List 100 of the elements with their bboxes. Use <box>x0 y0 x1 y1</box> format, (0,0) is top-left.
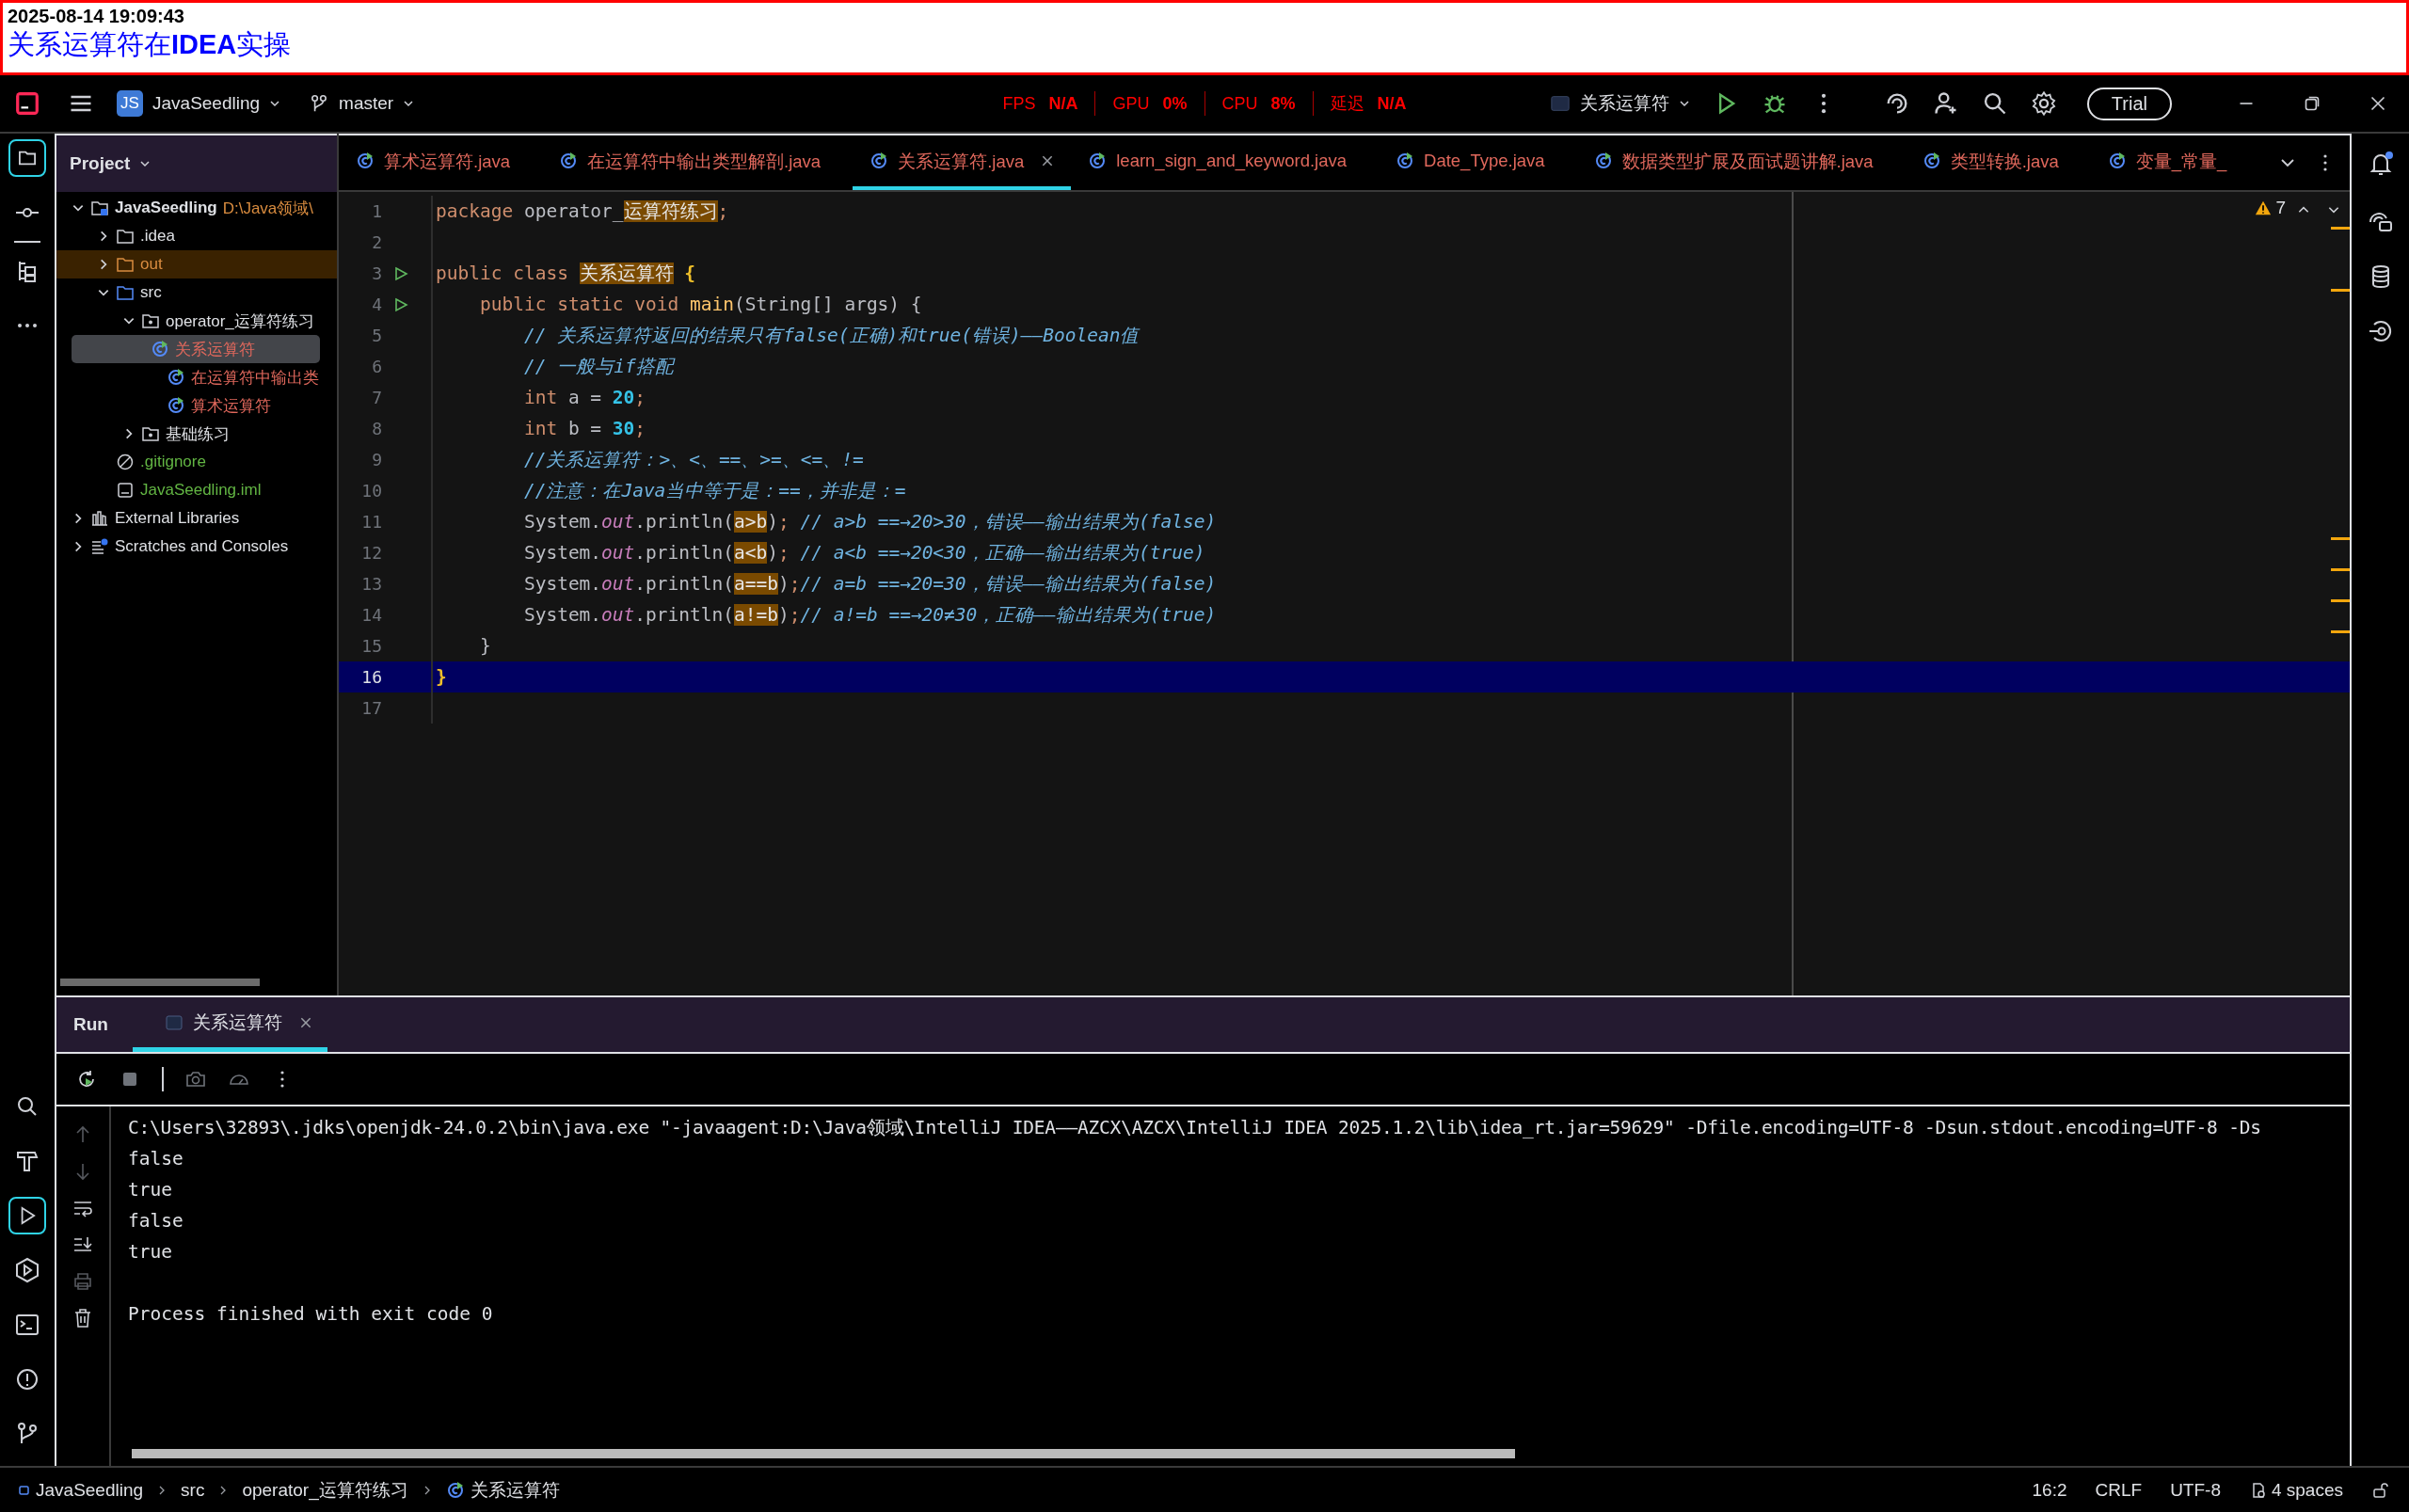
warning-count[interactable]: 7 <box>2255 198 2286 218</box>
timestamp: 2025-08-14 19:09:43 <box>8 5 184 27</box>
line-number: 5 <box>371 326 382 345</box>
code-line: int a = 20; <box>522 387 646 408</box>
line-number: 3 <box>371 263 382 283</box>
metric-value: N/A <box>1377 93 1407 114</box>
print-icon[interactable] <box>72 1270 94 1293</box>
code-line: } <box>478 635 491 657</box>
module-icon <box>19 1484 30 1496</box>
class-icon <box>2107 151 2127 170</box>
trial-button[interactable]: Trial <box>2086 87 2172 120</box>
breadcrumb[interactable]: src <box>181 1479 205 1501</box>
run-icon[interactable] <box>8 1197 46 1234</box>
module-path: D:\Java领域\ <box>222 198 314 219</box>
run-gutter-icon[interactable] <box>393 265 408 281</box>
line-number: 8 <box>371 419 382 438</box>
run-tab[interactable]: 关系运算符 <box>132 997 327 1052</box>
editor-tab[interactable]: learn_sign_and_keyword.java <box>1071 135 1379 190</box>
editor-tab[interactable]: 数据类型扩展及面试题讲解.java <box>1576 135 1906 190</box>
line-number: 16 <box>360 667 382 687</box>
editor-tab[interactable]: 关系运算符.java <box>853 135 1072 190</box>
branch-dropdown[interactable]: master <box>303 89 421 118</box>
tree-item[interactable]: 基础练习 <box>56 420 337 448</box>
metric-label: 延迟 <box>1330 93 1364 115</box>
run-gutter-icon[interactable] <box>393 296 408 312</box>
editor-tab[interactable]: 变量_常量_ <box>2090 135 2259 190</box>
line-number: 7 <box>371 388 382 407</box>
tree-item[interactable]: .idea <box>56 222 337 250</box>
breadcrumb[interactable]: operator_运算符练习 <box>242 1477 408 1503</box>
tree-item[interactable]: 在运算符中输出类 <box>56 363 337 391</box>
code-line: //注意：在Java当中等于是：==，并非是：= <box>522 479 906 503</box>
code-line: // 关系运算符返回的结果只有false(正确)和true(错误)——Boolean值 <box>522 324 1140 348</box>
code-line: public class 关系运算符 { <box>435 262 696 286</box>
class-icon <box>167 396 185 415</box>
tree-item[interactable]: JavaSeedling D:\Java领域\ <box>56 194 337 222</box>
tree-item[interactable]: External Libraries <box>56 504 337 533</box>
cursor-position[interactable]: 16:2 <box>2032 1479 2067 1501</box>
line-number: 11 <box>360 512 382 532</box>
video-title: 关系运算符在IDEA实操 <box>8 28 292 61</box>
tree-item[interactable]: .gitignore <box>56 448 337 476</box>
scrollbar[interactable] <box>132 1449 1515 1458</box>
tree-item[interactable]: JavaSeedling.iml <box>56 476 337 504</box>
metric-label: GPU <box>1112 93 1150 114</box>
line-number: 4 <box>371 294 382 314</box>
tree-item[interactable]: 算术运算符 <box>56 391 337 420</box>
run-panel-title: Run <box>72 1014 109 1035</box>
line-number: 13 <box>360 574 382 594</box>
close-icon[interactable] <box>1041 154 1055 167</box>
folder-icon <box>116 227 135 246</box>
view-mode-dropdown[interactable]: Project <box>70 153 152 174</box>
console-line: false <box>128 1209 183 1233</box>
window-icon <box>1549 93 1571 114</box>
class-icon <box>1593 151 1613 170</box>
scrollbar[interactable] <box>60 979 260 986</box>
window-icon <box>164 1012 183 1032</box>
line-number: 1 <box>371 201 382 221</box>
line-number: 10 <box>360 481 382 501</box>
chevron-down-icon <box>403 98 415 109</box>
chevron-down-icon <box>1678 98 1690 109</box>
code-line: public static void main(String[] args) { <box>478 294 922 315</box>
breadcrumb[interactable]: 关系运算符 <box>445 1477 560 1503</box>
app-logo-icon[interactable] <box>15 91 40 116</box>
line-separator[interactable]: CRLF <box>2095 1479 2143 1501</box>
close-icon[interactable] <box>298 1015 312 1029</box>
editor-tab[interactable]: 类型转换.java <box>1905 135 2091 190</box>
folder-icon <box>116 255 135 274</box>
tree-item[interactable]: src <box>56 279 337 307</box>
console-line: C:\Users\32893\.jdks\openjdk-24.0.2\bin\java.exe "-javaagent:D:\Java领域\IntelliJ IDEA——AZCX\AZCX\IntelliJ IDEA 2025.1.2\lib\idea_rt.jar=59629" -Dfile.encoding=UTF-8 -Dsun.stdout.encoding=UTF-8 -Ds <box>128 1116 2261 1140</box>
line-number: 12 <box>360 543 382 563</box>
lock-icon[interactable] <box>2371 1480 2390 1500</box>
editor-tab[interactable]: 在运算符中输出类型解剖.java <box>542 135 854 190</box>
project-folder-icon[interactable] <box>8 139 46 177</box>
class-icon <box>167 368 185 387</box>
add-user-icon[interactable] <box>1932 90 1959 117</box>
console-line: false <box>128 1147 183 1171</box>
class-icon <box>151 340 169 358</box>
editor-tab[interactable]: 算术运算符.java <box>339 135 543 190</box>
metric-label: CPU <box>1221 93 1258 114</box>
tree-item[interactable]: operator_运算符练习 <box>56 307 337 335</box>
class-icon <box>356 151 375 170</box>
editor-tab[interactable]: Date_Type.java <box>1379 135 1577 190</box>
run-configuration-selector[interactable]: 关系运算符 <box>1549 91 1690 116</box>
file-encoding[interactable]: UTF-8 <box>2170 1479 2221 1501</box>
library-icon <box>90 509 109 528</box>
settings-icon[interactable] <box>2030 90 2057 117</box>
tree-item[interactable]: Scratches and Consoles <box>56 533 337 561</box>
class-icon <box>559 151 579 170</box>
workspace-dropdown[interactable]: JS JavaSeedling <box>111 87 287 120</box>
chevron-down-icon <box>139 158 152 169</box>
metric-value: 0% <box>1162 93 1188 114</box>
breadcrumb[interactable]: JavaSeedling <box>19 1479 144 1501</box>
line-number: 2 <box>371 232 382 252</box>
metric-value: 8% <box>1270 93 1296 114</box>
console-line: true <box>128 1178 172 1202</box>
line-number: 15 <box>360 636 382 656</box>
code-line: //关系运算符：>、<、==、>=、<=、!= <box>522 448 864 472</box>
line-number: 17 <box>360 698 382 718</box>
tree-item[interactable]: out <box>56 250 337 279</box>
indent-setting[interactable]: 4 spaces <box>2248 1479 2343 1501</box>
scratches-icon <box>90 537 109 556</box>
